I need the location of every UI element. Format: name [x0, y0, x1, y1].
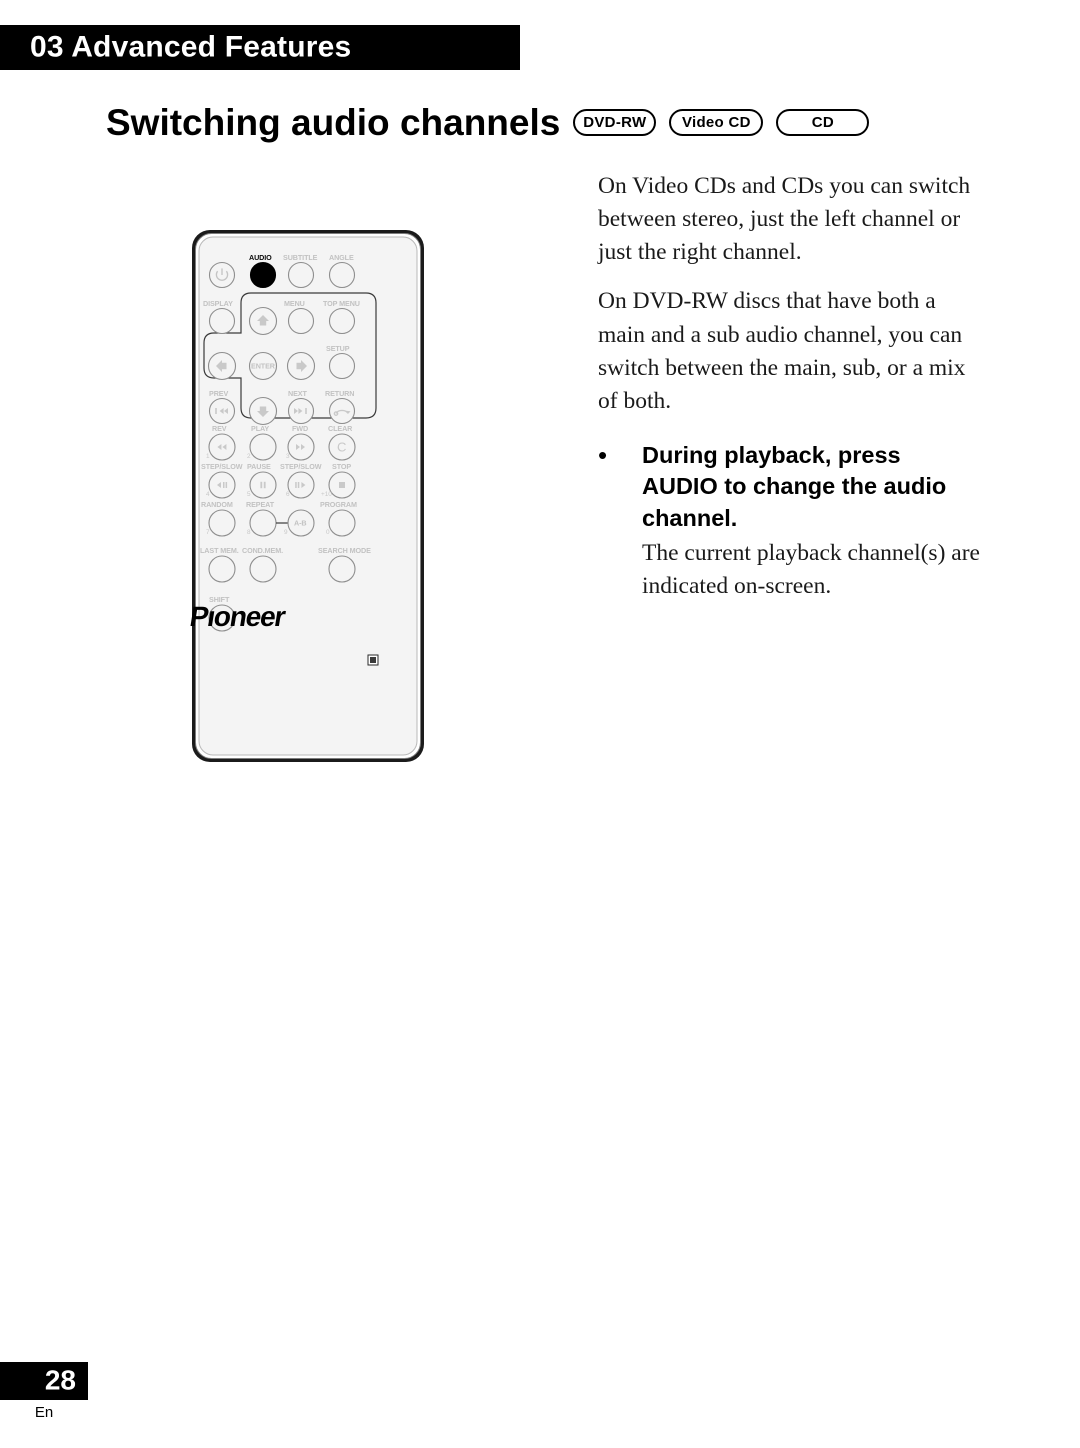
label-menu: MENU [284, 299, 305, 308]
label-ab: A-B [294, 519, 306, 528]
section-title-row: Switching audio channels DVD-RW Video CD… [106, 102, 870, 143]
subtitle-button[interactable] [287, 261, 315, 289]
menu-button[interactable] [287, 307, 315, 335]
audio-button[interactable] [249, 261, 277, 289]
pioneer-logo: Pıoneer [190, 600, 288, 632]
angle-button[interactable] [328, 261, 356, 289]
paragraph-1: On Video CDs and CDs you can switch betw… [598, 173, 971, 266]
number-plus-10: +10 [321, 491, 332, 498]
number-4: 4 [206, 491, 210, 498]
label-next: NEXT [288, 389, 307, 398]
label-top-menu: TOP MENU [323, 299, 360, 308]
label-return: RETURN [325, 389, 354, 398]
label-setup: SETUP [326, 344, 350, 353]
label-angle: ANGLE [329, 253, 354, 262]
label-enter: ENTER [251, 362, 276, 371]
stop-icon [339, 482, 345, 488]
page-language-code: En [34, 1404, 54, 1421]
page-number-box: 28 [0, 1362, 88, 1400]
label-play: PLAY [251, 424, 269, 433]
regulatory-mark-icon [367, 654, 379, 666]
page-title: Switching audio channels [106, 102, 561, 143]
bullet-heading: During playback, press AUDIO to change t… [642, 441, 947, 531]
bullet-detail: The current playback channel(s) are indi… [642, 540, 980, 600]
label-clear: CLEAR [328, 424, 353, 433]
number-2: 2 [247, 453, 251, 460]
label-prev: PREV [209, 389, 228, 398]
label-search-mode: SEARCH MODE [318, 546, 371, 555]
number-3: 3 [286, 453, 290, 460]
number-1: 1 [206, 453, 210, 460]
label-audio: AUDIO [249, 253, 272, 262]
setup-button[interactable] [328, 352, 356, 380]
page-number: 28 [44, 1364, 76, 1396]
step-slow-reverse-button[interactable] [208, 471, 236, 499]
label-fwd: FWD [292, 424, 308, 433]
display-button[interactable] [208, 307, 236, 335]
label-pause: PAUSE [247, 462, 271, 471]
chapter-header-bar: 03 Advanced Features [0, 25, 520, 70]
number-6: 6 [286, 491, 290, 498]
random-button[interactable] [208, 509, 236, 537]
brand-wordmark: Pıoneer [190, 600, 288, 632]
label-step-slow-right: STEP/SLOW [280, 462, 322, 471]
label-repeat: REPEAT [246, 500, 275, 509]
number-8: 8 [247, 529, 251, 536]
rev-button[interactable] [208, 433, 236, 461]
bullet-content: During playback, press AUDIO to change t… [642, 440, 980, 604]
number-9: 9 [284, 529, 288, 536]
number-7: 7 [206, 529, 210, 536]
bullet-marker: • [598, 439, 608, 470]
top-menu-button[interactable] [328, 307, 356, 335]
body-text-column: On Video CDs and CDs you can switch betw… [598, 170, 980, 604]
clear-glyph: C [337, 440, 346, 455]
label-random: RANDOM [201, 500, 233, 509]
instruction-bullet: • During playback, press AUDIO to change… [598, 440, 980, 604]
label-stop: STOP [332, 462, 351, 471]
program-button[interactable] [328, 509, 356, 537]
paragraph-2: On DVD-RW discs that have both a main an… [598, 288, 966, 414]
number-0: 0 [326, 529, 330, 536]
label-cond-mem: COND.MEM. [242, 546, 283, 555]
badge-dvd-rw: DVD-RW [573, 109, 657, 136]
label-display: DISPLAY [203, 299, 233, 308]
label-rev: REV [212, 424, 227, 433]
label-program: PROGRAM [320, 500, 357, 509]
badge-cd: CD [776, 109, 870, 136]
last-mem-button[interactable] [208, 555, 236, 583]
pause-button[interactable] [249, 471, 277, 499]
badge-video-cd: Video CD [669, 109, 764, 136]
play-button[interactable] [249, 433, 277, 461]
chapter-label: 03 Advanced Features [30, 29, 352, 63]
label-last-mem: LAST MEM. [200, 546, 239, 555]
step-slow-forward-button[interactable] [287, 471, 315, 499]
remote-control-illustration: .lbl { font-family: "Liberation Sans", s… [190, 226, 428, 766]
cond-mem-button[interactable] [249, 555, 277, 583]
search-mode-button[interactable] [328, 555, 356, 583]
number-5: 5 [247, 491, 251, 498]
label-subtitle: SUBTITLE [283, 253, 318, 262]
repeat-button[interactable] [249, 509, 277, 537]
label-step-slow-left: STEP/SLOW [201, 462, 243, 471]
